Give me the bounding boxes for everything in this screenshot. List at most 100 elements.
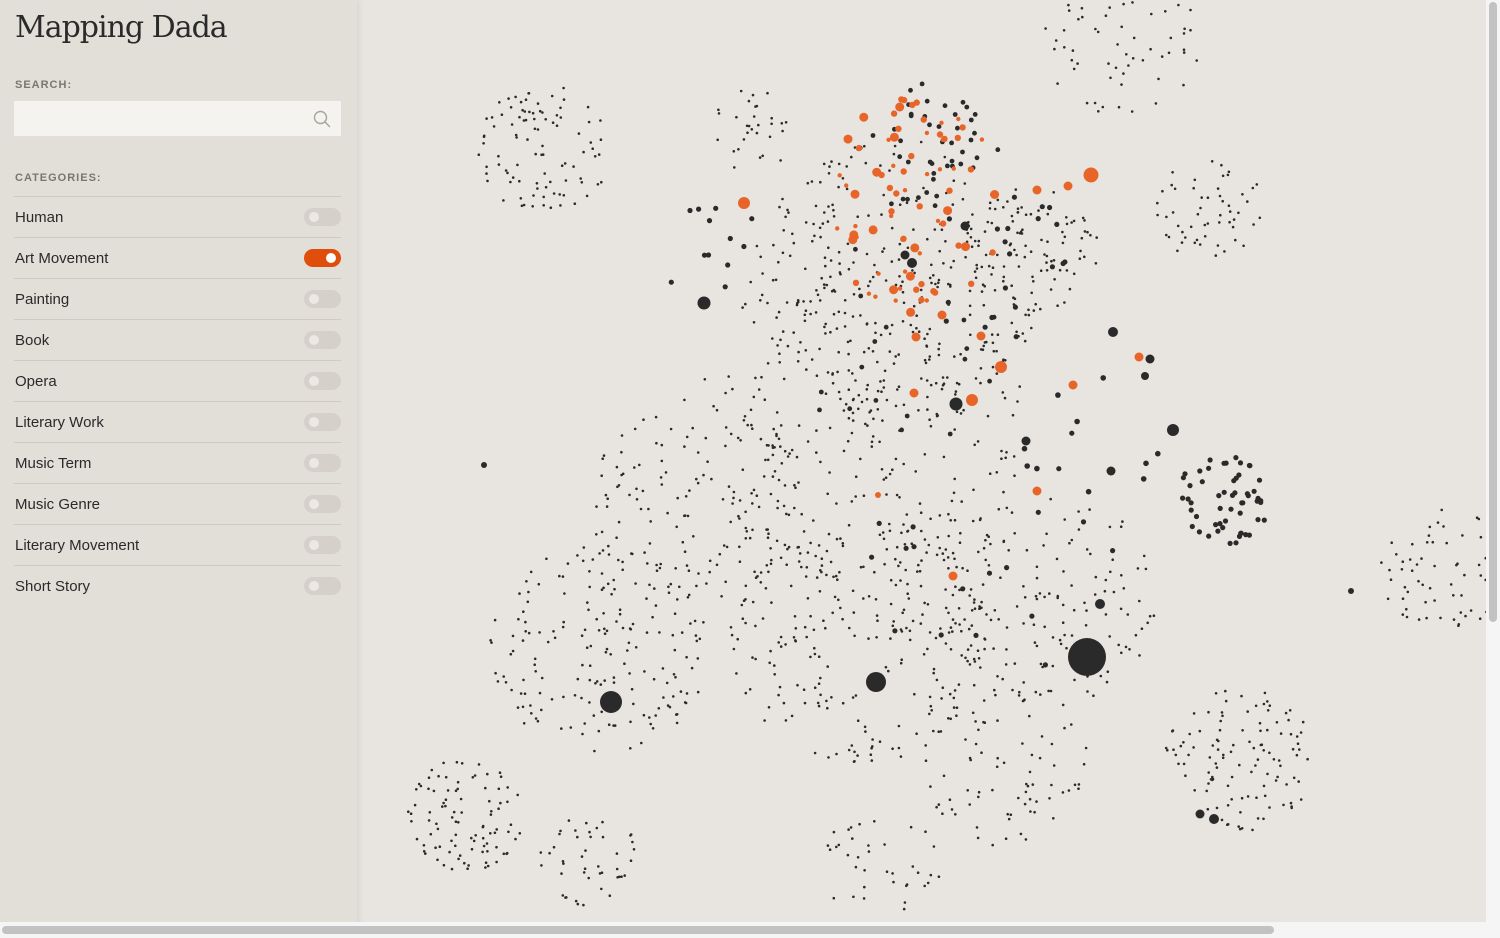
graph-node[interactable] [1177,3,1180,7]
graph-node[interactable] [1182,51,1186,54]
graph-node[interactable] [990,221,994,225]
graph-node[interactable] [488,799,491,803]
graph-node[interactable] [994,226,1001,232]
graph-node[interactable] [1219,719,1222,723]
graph-node[interactable] [825,699,828,703]
graph-node[interactable] [1246,795,1250,798]
art-movement-node[interactable] [946,187,953,194]
graph-node[interactable] [928,695,932,699]
hub-node[interactable] [907,258,917,268]
graph-node[interactable] [450,867,454,871]
graph-node[interactable] [932,667,936,671]
art-movement-node[interactable] [843,134,853,144]
graph-node[interactable] [1256,817,1260,820]
graph-node[interactable] [789,584,793,588]
graph-node[interactable] [847,748,851,752]
graph-node[interactable] [715,408,719,412]
graph-node[interactable] [837,185,840,189]
graph-node[interactable] [1099,674,1103,678]
art-movement-node[interactable] [895,125,902,132]
graph-node[interactable] [767,570,770,574]
graph-node[interactable] [1206,465,1212,471]
graph-node[interactable] [827,756,830,759]
graph-node[interactable] [698,637,702,641]
graph-node[interactable] [891,747,894,750]
graph-node[interactable] [761,617,765,620]
graph-node[interactable] [514,133,518,137]
art-movement-node[interactable] [941,135,948,143]
graph-node[interactable] [1258,216,1262,220]
graph-node[interactable] [870,445,874,448]
graph-node[interactable] [829,560,833,564]
graph-node[interactable] [1006,812,1009,816]
graph-node[interactable] [767,444,770,447]
graph-node[interactable] [947,631,951,634]
graph-node[interactable] [900,196,906,202]
graph-node[interactable] [456,780,460,784]
graph-node[interactable] [957,382,961,386]
graph-node[interactable] [633,427,637,431]
graph-node[interactable] [859,364,865,370]
graph-node[interactable] [1239,500,1245,506]
graph-node[interactable] [953,477,956,481]
graph-node[interactable] [1017,694,1021,697]
graph-node[interactable] [946,216,953,222]
graph-node[interactable] [926,408,929,411]
graph-node[interactable] [658,631,661,634]
graph-node[interactable] [1295,735,1299,738]
graph-node[interactable] [1002,275,1006,279]
graph-node[interactable] [600,887,603,891]
graph-node[interactable] [983,341,987,344]
graph-node[interactable] [754,376,757,380]
graph-node[interactable] [780,462,784,465]
graph-node[interactable] [852,293,856,296]
graph-node[interactable] [1160,55,1164,58]
graph-node[interactable] [560,872,563,875]
graph-node[interactable] [924,744,927,747]
graph-node[interactable] [1182,48,1186,51]
graph-node[interactable] [875,614,879,617]
graph-node[interactable] [879,333,883,337]
graph-node[interactable] [860,400,864,404]
graph-node[interactable] [587,120,591,124]
graph-node[interactable] [977,550,980,554]
graph-node[interactable] [585,646,589,649]
graph-node[interactable] [863,725,867,729]
graph-node[interactable] [1177,762,1180,766]
graph-node[interactable] [560,164,564,167]
graph-node[interactable] [585,821,588,825]
graph-node[interactable] [1276,775,1279,779]
graph-node[interactable] [1015,330,1018,334]
graph-node[interactable] [958,623,961,626]
art-movement-node[interactable] [1083,167,1099,183]
graph-node[interactable] [1072,608,1076,612]
graph-node[interactable] [1002,539,1006,543]
graph-node[interactable] [994,693,997,697]
graph-node[interactable] [867,844,870,847]
art-movement-node[interactable] [937,310,947,320]
art-movement-node[interactable] [939,220,947,227]
graph-node[interactable] [837,162,841,166]
graph-node[interactable] [826,706,829,710]
graph-node[interactable] [1121,520,1124,523]
graph-node[interactable] [553,636,557,640]
graph-node[interactable] [768,135,772,139]
graph-node[interactable] [1004,663,1008,666]
graph-node[interactable] [490,641,493,644]
graph-node[interactable] [769,562,773,566]
graph-node[interactable] [1290,805,1293,808]
graph-node[interactable] [505,851,509,855]
graph-node[interactable] [1043,625,1046,629]
graph-node[interactable] [982,303,986,307]
graph-node[interactable] [1061,621,1065,624]
graph-node[interactable] [982,324,988,330]
graph-node[interactable] [950,808,954,811]
graph-node[interactable] [706,460,709,464]
graph-node[interactable] [1011,220,1015,223]
graph-node[interactable] [448,850,451,854]
graph-node[interactable] [993,609,997,612]
category-toggle-literary-work[interactable] [304,413,341,431]
graph-node[interactable] [615,852,619,855]
art-movement-node[interactable] [918,296,925,304]
graph-node[interactable] [1024,790,1028,794]
